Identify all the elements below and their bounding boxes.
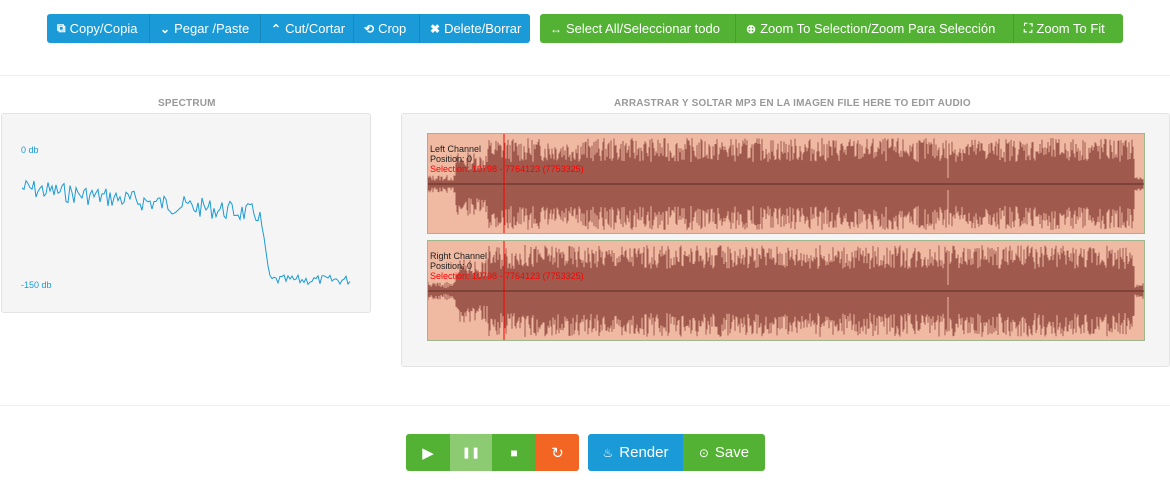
delete-button[interactable]: ✖ Delete/Borrar	[420, 14, 530, 43]
select-all-button-label: Select All/Seleccionar todo	[566, 21, 720, 36]
spectrum-graph	[21, 179, 351, 286]
loop-button[interactable]: ↻	[536, 434, 579, 471]
left-channel-position: Position: 0	[430, 154, 473, 164]
chevron-up-icon: ⌃	[271, 21, 282, 36]
spectrum-title: SPECTRUM	[158, 98, 216, 109]
left-channel-name: Left Channel	[430, 144, 482, 154]
cut-button-label: Cut/Cortar	[285, 21, 346, 36]
stop-button[interactable]: ■	[492, 434, 536, 471]
transport-group: ▶ ❚❚ ■ ↻	[406, 434, 579, 471]
zoom-to-selection-button-label: Zoom To Selection/Zoom Para Selección	[760, 21, 996, 36]
right-channel-name: Right Channel	[430, 251, 488, 261]
right-channel-waveform[interactable]: Right Channel Position: 0 Selection: 107…	[427, 240, 1145, 341]
chevron-down-icon: ⌄	[160, 21, 171, 36]
left-waveform-graph	[428, 134, 1144, 233]
toolbar: ⧉ Copy/Copia ⌄ Pegar /Paste ⌃ Cut/Cortar…	[47, 14, 1123, 43]
paste-button[interactable]: ⌄ Pegar /Paste	[150, 14, 261, 43]
select-all-button[interactable]: ↔ Select All/Seleccionar todo	[540, 14, 736, 43]
save-button-label: Save	[714, 444, 750, 461]
pause-button[interactable]: ❚❚	[450, 434, 492, 471]
stop-icon: ■	[510, 445, 518, 460]
edit-button-group: ⧉ Copy/Copia ⌄ Pegar /Paste ⌃ Cut/Cortar…	[47, 14, 530, 43]
right-waveform-graph	[428, 241, 1144, 340]
paste-button-label: Pegar /Paste	[174, 21, 250, 36]
save-icon: ⊙	[698, 445, 709, 460]
zoom-to-fit-button-label: Zoom To Fit	[1036, 21, 1105, 36]
render-button-label: Render	[619, 444, 669, 461]
cut-button[interactable]: ⌃ Cut/Cortar	[261, 14, 354, 43]
delete-button-label: Delete/Borrar	[444, 21, 522, 36]
crop-icon: ⟲	[364, 21, 375, 36]
zoom-to-selection-button[interactable]: ⊕ Zoom To Selection/Zoom Para Selección	[736, 14, 1014, 43]
pause-icon: ❚❚	[461, 447, 481, 459]
right-channel-selection: Selection: 10798 - 7764123 (7753325)	[430, 271, 584, 281]
divider-top	[0, 75, 1170, 76]
left-channel-selection: Selection: 10798 - 7764123 (7753325)	[430, 164, 584, 174]
close-icon: ✖	[430, 21, 441, 36]
right-channel-position: Position: 0	[430, 261, 473, 271]
zoom-to-fit-button[interactable]: ⛶ Zoom To Fit	[1014, 14, 1123, 43]
play-button[interactable]: ▶	[406, 434, 450, 471]
editor-title: ARRASTRAR Y SOLTAR MP3 EN LA IMAGEN FILE…	[614, 98, 971, 109]
play-icon: ▶	[422, 444, 434, 462]
fit-screen-icon: ⛶	[1024, 21, 1033, 35]
playback-controls: ▶ ❚❚ ■ ↻ ♨ Render ⊙ Save	[406, 434, 765, 471]
external-link-icon: ⧉	[57, 21, 66, 35]
plus-circle-icon: ⊕	[746, 21, 757, 36]
copy-button-label: Copy/Copia	[69, 21, 138, 36]
divider-bottom	[0, 405, 1170, 406]
view-button-group: ↔ Select All/Seleccionar todo ⊕ Zoom To …	[540, 14, 1123, 43]
refresh-icon: ↻	[551, 444, 564, 462]
left-channel-waveform[interactable]: Left Channel Position: 0 Selection: 1079…	[427, 133, 1145, 234]
arrows-horizontal-icon: ↔	[550, 21, 562, 36]
copy-button[interactable]: ⧉ Copy/Copia	[47, 14, 150, 43]
fire-icon: ♨	[602, 445, 614, 460]
render-button[interactable]: ♨ Render	[588, 434, 683, 471]
crop-button[interactable]: ⟲ Crop	[354, 14, 420, 43]
crop-button-label: Crop	[378, 21, 407, 36]
save-button[interactable]: ⊙ Save	[683, 434, 765, 471]
spectrum-panel: 0 db -150 db	[1, 113, 371, 313]
output-group: ♨ Render ⊙ Save	[588, 434, 765, 471]
